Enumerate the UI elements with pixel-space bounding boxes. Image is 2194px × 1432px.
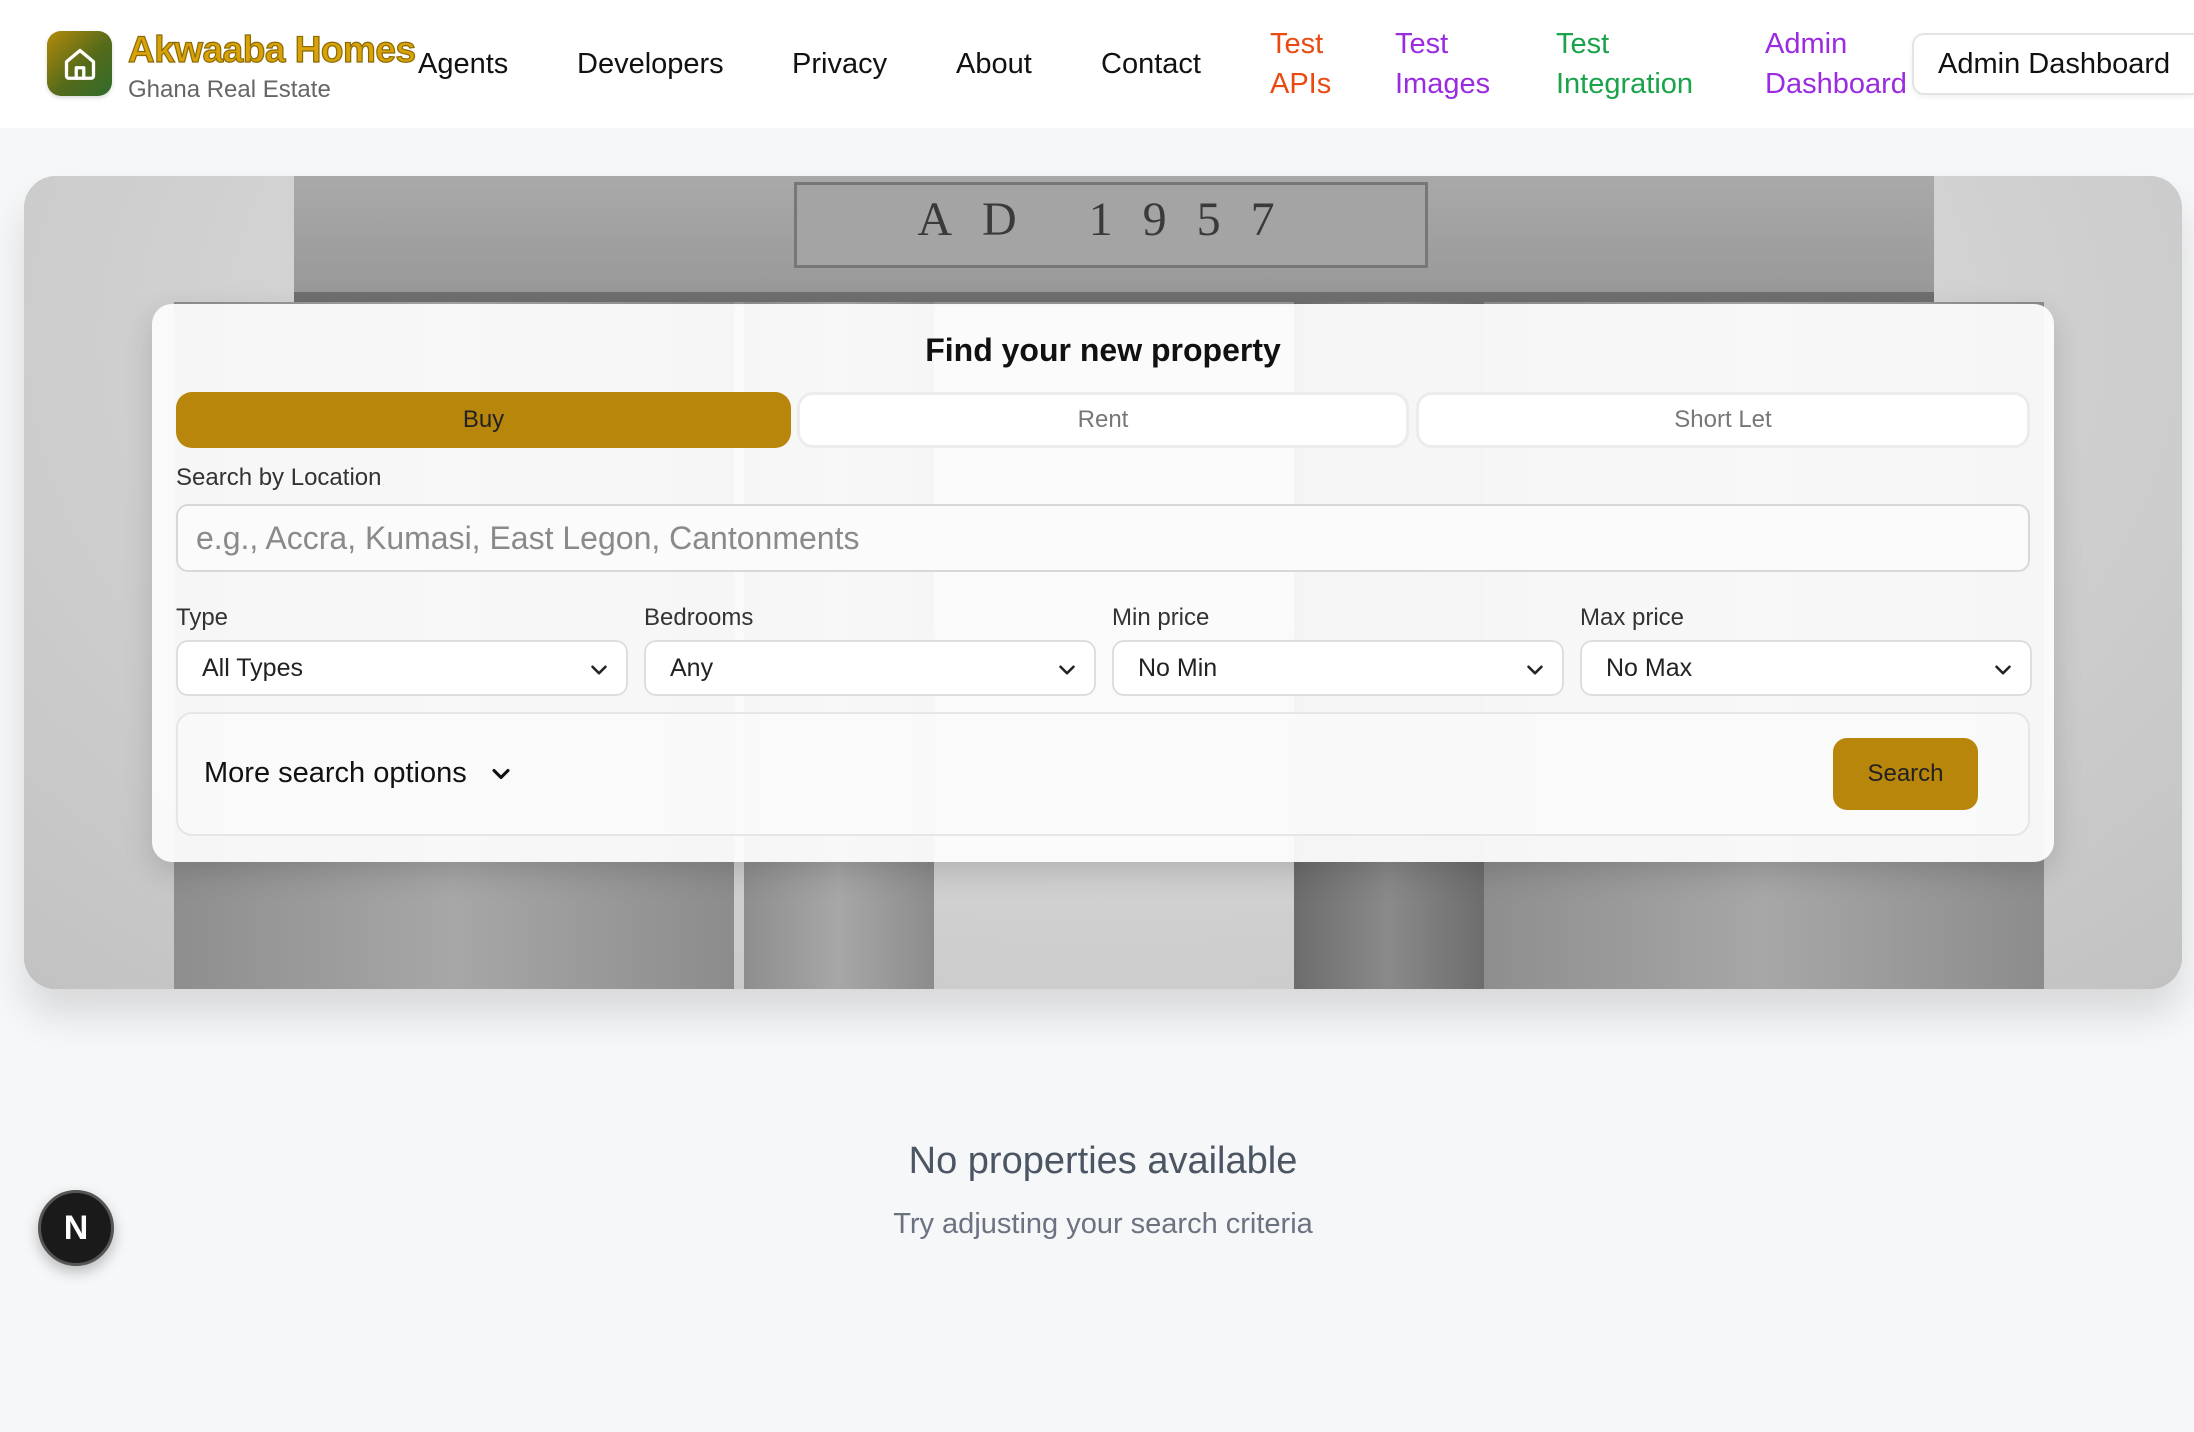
bedrooms-select[interactable]: Any	[644, 640, 1096, 696]
nav-developers[interactable]: Developers	[577, 44, 724, 84]
more-options-panel: More search options	[176, 712, 2030, 836]
chevron-down-icon	[1527, 665, 1543, 675]
nav-contact[interactable]: Contact	[1101, 44, 1201, 84]
nav-admin-dashboard-line1: Admin	[1765, 28, 1848, 60]
chevron-down-icon	[1059, 665, 1075, 675]
monument-inscription: AD 1957	[917, 193, 1305, 246]
brand-tagline: Ghana Real Estate	[128, 76, 331, 103]
tab-short-let[interactable]: Short Let	[1416, 392, 2030, 448]
max-price-select[interactable]: No Max	[1580, 640, 2032, 696]
bedrooms-label: Bedrooms	[644, 604, 754, 631]
empty-state-subtitle: Try adjusting your search criteria	[893, 1208, 1313, 1240]
nav-test-images-line1: Test	[1395, 28, 1449, 60]
max-price-label: Max price	[1580, 604, 1685, 631]
nav-test-apis-line2: APIs	[1270, 68, 1332, 100]
nextjs-dev-badge[interactable]: N	[38, 1190, 114, 1266]
type-label: Type	[176, 604, 229, 631]
location-search-input[interactable]	[176, 504, 2030, 572]
home-icon	[47, 31, 112, 96]
max-price-select-value: No Max	[1606, 653, 1693, 682]
nav-agents[interactable]: Agents	[418, 44, 508, 84]
type-select-value: All Types	[202, 653, 303, 682]
chevron-down-icon	[492, 768, 510, 779]
nav-test-apis-line1: Test	[1270, 28, 1324, 60]
nav-admin-dashboard-line2: Dashboard	[1765, 68, 1907, 100]
nav-test-apis[interactable]: Test APIs	[1270, 24, 1331, 104]
admin-dashboard-button[interactable]: Admin Dashboard	[1912, 33, 2194, 95]
more-search-options-toggle[interactable]: More search options	[204, 757, 515, 790]
nav-privacy[interactable]: Privacy	[792, 44, 887, 84]
min-price-label: Min price	[1112, 604, 1210, 631]
search-card-title: Find your new property	[925, 332, 1281, 368]
type-select[interactable]: All Types	[176, 640, 628, 696]
nav-test-integration-line1: Test	[1556, 28, 1610, 60]
tab-buy[interactable]: Buy	[176, 392, 791, 448]
nav-test-images-line2: Images	[1395, 68, 1491, 100]
nav-test-integration[interactable]: Test Integration	[1556, 24, 1693, 104]
bedrooms-select-value: Any	[670, 653, 714, 682]
nav-test-integration-line2: Integration	[1556, 68, 1694, 100]
search-button[interactable]: Search	[1833, 738, 1978, 810]
nav-admin-dashboard-link[interactable]: Admin Dashboard	[1765, 24, 1907, 104]
chevron-down-icon	[1995, 665, 2011, 675]
property-search-card: Find your new property Buy Rent Short Le…	[152, 304, 2054, 862]
location-label: Search by Location	[176, 464, 382, 491]
more-search-options-label: More search options	[204, 757, 467, 789]
chevron-down-icon	[591, 665, 607, 675]
nav-about[interactable]: About	[956, 44, 1032, 84]
nextjs-icon: N	[63, 1208, 89, 1247]
nav-test-images[interactable]: Test Images	[1395, 24, 1490, 104]
min-price-select[interactable]: No Min	[1112, 640, 1564, 696]
monument-ledge	[294, 292, 1934, 302]
site-header: Akwaaba Homes Ghana Real Estate Agents D…	[0, 0, 2194, 128]
empty-state-title: No properties available	[908, 1140, 1298, 1182]
tab-rent[interactable]: Rent	[797, 392, 1409, 448]
min-price-select-value: No Min	[1138, 653, 1218, 682]
brand-name: Akwaaba Homes	[127, 28, 416, 70]
brand[interactable]: Akwaaba Homes Ghana Real Estate	[47, 28, 417, 104]
